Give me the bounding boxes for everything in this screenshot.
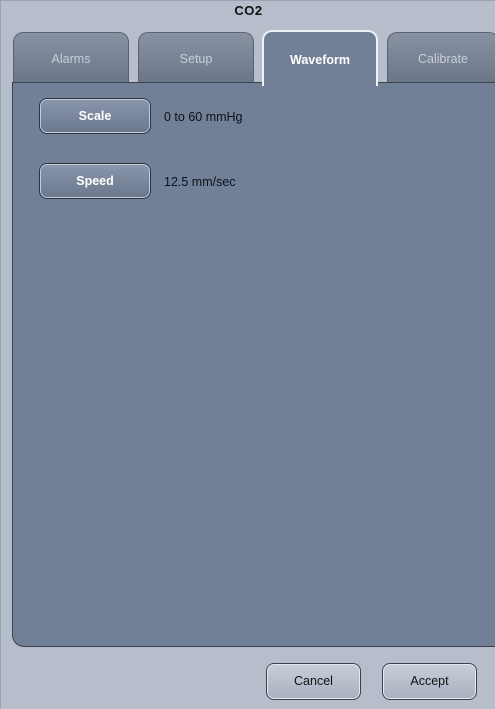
co2-dialog: CO2 Alarms Setup Waveform Calibrate Scal… (0, 0, 495, 709)
speed-value: 12.5 mm/sec (164, 175, 236, 189)
tab-calibrate[interactable]: Calibrate (387, 32, 495, 84)
tab-setup[interactable]: Setup (138, 32, 254, 84)
cancel-button[interactable]: Cancel (266, 663, 361, 700)
accept-button[interactable]: Accept (382, 663, 477, 700)
scale-button[interactable]: Scale (39, 98, 151, 134)
waveform-settings-panel: Scale 0 to 60 mmHg Speed 12.5 mm/sec (12, 82, 495, 647)
dialog-title: CO2 (234, 3, 263, 18)
speed-button[interactable]: Speed (39, 163, 151, 199)
scale-value: 0 to 60 mmHg (164, 110, 243, 124)
tab-alarms[interactable]: Alarms (13, 32, 129, 84)
tab-waveform[interactable]: Waveform (262, 30, 378, 86)
